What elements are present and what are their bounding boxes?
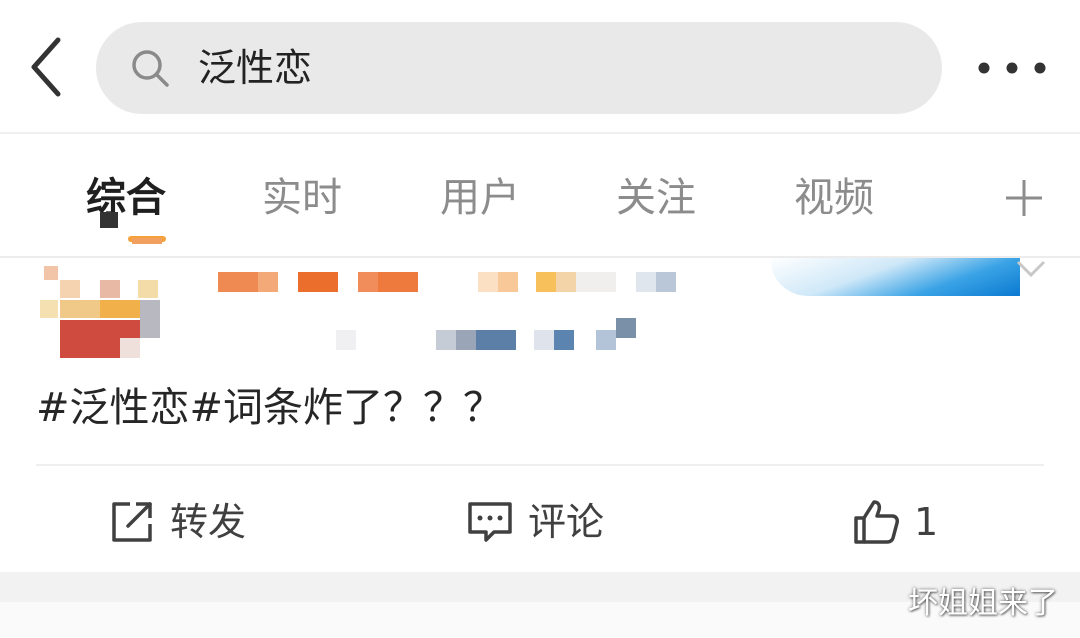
- tab-following[interactable]: 关注: [616, 170, 696, 226]
- chevron-left-icon: [31, 37, 61, 97]
- repost-button[interactable]: 转发: [108, 494, 278, 550]
- avatar[interactable]: [38, 266, 162, 362]
- tab-users[interactable]: 用户: [440, 170, 520, 226]
- search-input[interactable]: [198, 40, 898, 96]
- repost-label: 转发: [170, 500, 247, 544]
- watermark-text: 坏姐姐来了: [908, 586, 1058, 621]
- like-count: 1: [914, 500, 939, 544]
- post-card: #泛性恋#词条炸了？？？ 转发 评论 1: [0, 238, 1080, 572]
- comment-label: 评论: [528, 500, 605, 544]
- active-tab-marker: [100, 212, 118, 228]
- search-box[interactable]: [96, 22, 942, 114]
- three-dots-icon: [978, 62, 1046, 74]
- top-bar: [0, 0, 1080, 132]
- comment-button[interactable]: 评论: [466, 494, 636, 550]
- like-button[interactable]: 1: [852, 494, 962, 550]
- tab-video[interactable]: 视频: [794, 170, 874, 226]
- back-button[interactable]: [22, 34, 72, 100]
- search-icon: [132, 50, 169, 87]
- more-options-button[interactable]: [970, 50, 1054, 86]
- add-tab-button[interactable]: [1002, 176, 1046, 220]
- share-square-arrow-icon: [112, 502, 152, 542]
- tab-indicator-fragment: [132, 238, 162, 244]
- tab-realtime[interactable]: 实时: [262, 170, 342, 226]
- username[interactable]: [218, 268, 678, 294]
- chevron-down-icon[interactable]: [1016, 260, 1046, 278]
- post-divider: [36, 464, 1044, 466]
- user-badge-banner: [770, 258, 1020, 296]
- thumbs-up-icon: [854, 500, 899, 544]
- post-text[interactable]: #泛性恋#词条炸了？？？: [36, 380, 503, 436]
- tab-comprehensive[interactable]: 综合: [86, 170, 166, 226]
- plus-icon: [1006, 180, 1042, 216]
- speech-bubble-icon: [468, 502, 512, 542]
- post-meta: [336, 318, 656, 352]
